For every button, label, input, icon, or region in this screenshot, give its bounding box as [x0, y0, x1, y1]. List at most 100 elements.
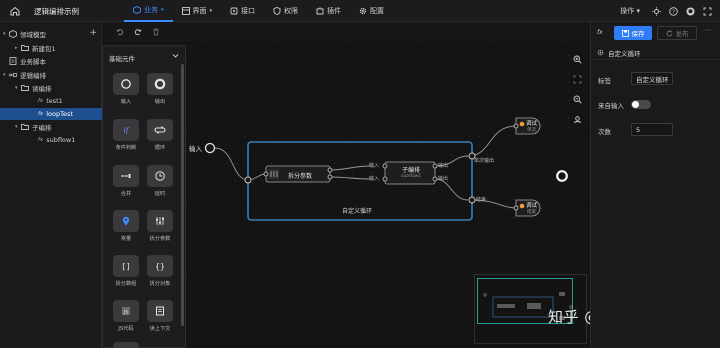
nav-business[interactable]: 业务 ▾	[124, 0, 173, 22]
folder-icon	[21, 124, 29, 130]
gear-icon	[359, 7, 367, 15]
delete-icon[interactable]	[152, 28, 160, 36]
fit-icon	[573, 75, 581, 83]
tree-item-label: 新建包1	[32, 45, 56, 53]
api-icon	[230, 7, 238, 15]
palette-item-read-context[interactable]: 读上下文	[145, 300, 175, 332]
svg-text:JS: JS	[123, 310, 128, 316]
top-bar: 逻辑编排示例 业务 ▾ 界面 ▾ 接口 权限 插件 配置 操作 ▾ ?	[0, 0, 720, 22]
tree-item-test1[interactable]: fx test1	[0, 95, 102, 107]
tree-item-label: 业务脚本	[20, 58, 46, 66]
tree-item-label: loopTest	[46, 110, 73, 118]
palette-item-constant[interactable]: 常量	[111, 210, 141, 242]
count-field-input[interactable]: 5	[631, 123, 673, 136]
zoom-out-icon	[573, 95, 582, 104]
undo-icon[interactable]	[116, 28, 124, 36]
nav-config[interactable]: 配置	[350, 0, 393, 22]
palette-item-label: 输出	[154, 99, 166, 105]
nav-ui[interactable]: 界面 ▾	[173, 0, 222, 22]
main-nav: 业务 ▾ 界面 ▾ 接口 权限 插件 配置	[124, 0, 393, 22]
output-node[interactable]	[556, 170, 568, 182]
gear-icon	[597, 49, 604, 56]
palette-item-partial[interactable]	[111, 342, 141, 348]
palette-scrollbar[interactable]	[181, 64, 184, 326]
help-icon[interactable]: ?	[669, 6, 678, 16]
flow-canvas[interactable]: 输入 自定义循环 拆分参数 输入 输入 子编排 subflow1 输出 输出 单…	[186, 42, 590, 348]
zoom-out-button[interactable]	[570, 92, 584, 106]
palette-item-output[interactable]: 输出	[145, 73, 175, 105]
label-field-input[interactable]: 自定义循环	[631, 72, 673, 85]
fullscreen-icon[interactable]	[703, 7, 712, 16]
palette-title: 基础元件	[109, 55, 135, 63]
svg-text:[]: []	[121, 262, 131, 271]
palette-item-loop[interactable]: 循环	[145, 119, 175, 151]
properties-panel: fx 保存 发布 ⋯ 自定义循环 标签 自定义循环 来自输入 次数 5	[590, 22, 720, 348]
tree-item-label: 读编排	[32, 85, 52, 93]
chevron-down-icon: ▾	[161, 7, 164, 13]
palette-item-js-code[interactable]: JS JS代码	[111, 300, 141, 332]
tree-item-subflow-folder[interactable]: ▾ 子编排	[0, 121, 102, 133]
locate-button[interactable]	[570, 112, 584, 126]
script-icon	[9, 57, 17, 65]
tree-item-business-script[interactable]: 业务脚本	[0, 55, 102, 67]
palette-item-split-params[interactable]: 拆分参数	[145, 210, 175, 242]
port-icon[interactable]	[468, 196, 476, 204]
palette-item-input[interactable]: 输入	[111, 73, 141, 105]
palette-item-delay[interactable]: 延时	[145, 165, 175, 197]
zoom-in-icon	[573, 55, 582, 64]
context-icon	[156, 306, 164, 316]
chevron-down-icon[interactable]	[172, 52, 179, 59]
sun-icon[interactable]	[652, 6, 661, 16]
debug-node-title: 调试	[526, 203, 538, 209]
from-input-toggle[interactable]	[631, 100, 651, 109]
nav-permission[interactable]: 权限	[264, 0, 307, 22]
brackets-icon: []	[121, 262, 131, 271]
loop-icon	[154, 126, 166, 134]
tree-item-package[interactable]: ▸ 新建包1	[0, 42, 102, 54]
circle-icon	[121, 79, 131, 89]
tree-item-domain-model[interactable]: ▾ 领域模型	[0, 28, 102, 40]
tree-item-label: test1	[46, 97, 63, 105]
port-label-out: 输出	[438, 176, 449, 182]
fit-view-button[interactable]	[570, 72, 584, 86]
tree-item-label: 逻辑编排	[20, 72, 46, 80]
shield-icon	[273, 7, 281, 15]
palette-item-split-array[interactable]: [] 拆分数组	[111, 255, 141, 287]
tree-item-label: 子编排	[32, 124, 52, 132]
redo-icon[interactable]	[134, 28, 142, 36]
palette-item-label: 常量	[120, 236, 132, 242]
split-node-label: 拆分参数	[288, 173, 313, 180]
palette-item-label: 延时	[154, 191, 166, 197]
palette-item-split-object[interactable]: {} 拆分对象	[145, 255, 175, 287]
operate-menu[interactable]: 操作 ▾	[620, 6, 640, 16]
ring-icon	[154, 78, 166, 90]
tree-item-read-flow[interactable]: ▾ 读编排	[0, 82, 102, 94]
port-icon[interactable]	[244, 176, 252, 184]
publish-button[interactable]: 发布	[657, 26, 697, 40]
tree-item-looptest[interactable]: fx loopTest	[0, 108, 102, 120]
function-icon: fx	[38, 137, 44, 143]
svg-text:?: ?	[672, 9, 675, 15]
port-label-in: 输入	[369, 163, 380, 169]
flow-icon	[9, 73, 17, 77]
panel-header: fx 保存 发布 ⋯	[591, 22, 720, 44]
port-label-each: 单次输出	[474, 158, 495, 164]
function-icon: fx	[38, 98, 44, 104]
input-node[interactable]	[204, 142, 216, 154]
cube-icon	[9, 30, 17, 38]
loop-container-label: 自定义循环	[342, 208, 373, 215]
save-button[interactable]: 保存	[614, 26, 652, 40]
nav-plugin[interactable]: 插件	[307, 0, 350, 22]
nav-api[interactable]: 接口	[221, 0, 264, 22]
from-input-label: 来自输入	[598, 102, 624, 110]
tree-item-subflow1[interactable]: fx subflow1	[0, 134, 102, 146]
zoom-in-button[interactable]	[570, 52, 584, 66]
puzzle-icon	[316, 7, 324, 15]
palette-item-condition[interactable]: if 条件判断	[111, 119, 141, 151]
palette-item-merge[interactable]: 合并	[111, 165, 141, 197]
github-icon[interactable]	[686, 7, 695, 16]
function-icon: fx	[597, 29, 603, 36]
more-icon[interactable]: ⋯	[701, 26, 715, 40]
tree-item-logic-flow[interactable]: ▾ 逻辑编排	[0, 69, 102, 81]
home-icon[interactable]	[9, 5, 21, 17]
